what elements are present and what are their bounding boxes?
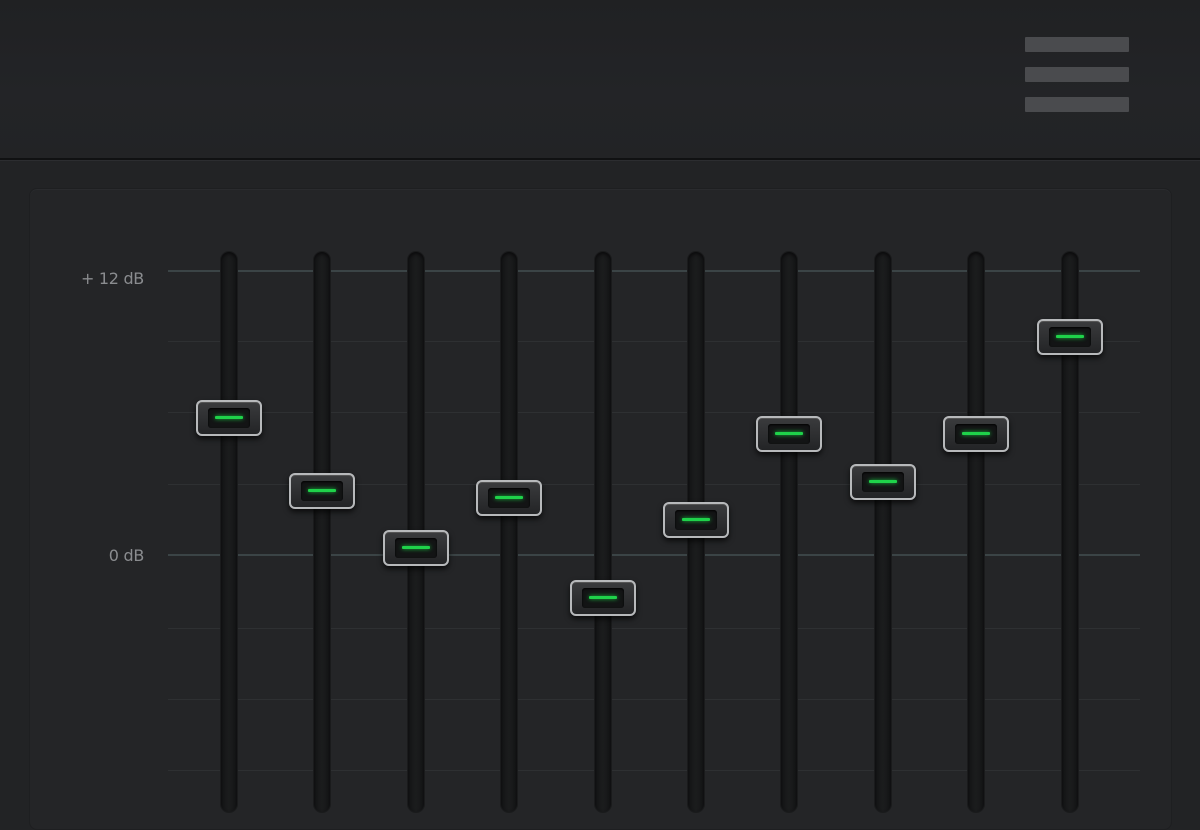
slider-knob-band-8[interactable] [850, 464, 916, 500]
menu-bar-line [1025, 97, 1129, 112]
knob-indicator-led [682, 518, 710, 521]
knob-indicator-led [215, 416, 243, 419]
label-zero-db: 0 dB [108, 546, 145, 565]
knob-display [1049, 327, 1091, 347]
knob-display [582, 588, 624, 608]
knob-indicator-led [962, 432, 990, 435]
menu-bar-line [1025, 67, 1129, 82]
label-plus-12db: + 12 dB [81, 269, 144, 288]
slider-knob-band-3[interactable] [383, 530, 449, 566]
knob-indicator-led [589, 596, 617, 599]
knob-display [862, 472, 904, 492]
slider-track[interactable] [875, 252, 891, 812]
knob-indicator-led [869, 480, 897, 483]
knob-display [955, 424, 997, 444]
knob-indicator-led [495, 496, 523, 499]
knob-indicator-led [775, 432, 803, 435]
slider-track[interactable] [501, 252, 517, 812]
slider-knob-band-4[interactable] [476, 480, 542, 516]
knob-indicator-led [308, 489, 336, 492]
knob-display [768, 424, 810, 444]
slider-knob-band-1[interactable] [196, 400, 262, 436]
knob-display [395, 538, 437, 558]
slider-track[interactable] [968, 252, 984, 812]
knob-indicator-led [1056, 335, 1084, 338]
top-bar [0, 0, 1200, 160]
slider-knob-band-9[interactable] [943, 416, 1009, 452]
slider-knob-band-10[interactable] [1037, 319, 1103, 355]
slider-track[interactable] [314, 252, 330, 812]
slider-knob-band-6[interactable] [663, 502, 729, 538]
knob-display [675, 510, 717, 530]
slider-knob-band-2[interactable] [289, 473, 355, 509]
knob-display [301, 481, 343, 501]
knob-display [488, 488, 530, 508]
slider-track[interactable] [595, 252, 611, 812]
slider-track[interactable] [781, 252, 797, 812]
knob-indicator-led [402, 546, 430, 549]
knob-display [208, 408, 250, 428]
menu-bar-line [1025, 37, 1129, 52]
hamburger-menu-icon[interactable] [1020, 32, 1136, 118]
slider-knob-band-5[interactable] [570, 580, 636, 616]
slider-track[interactable] [221, 252, 237, 812]
slider-knob-band-7[interactable] [756, 416, 822, 452]
